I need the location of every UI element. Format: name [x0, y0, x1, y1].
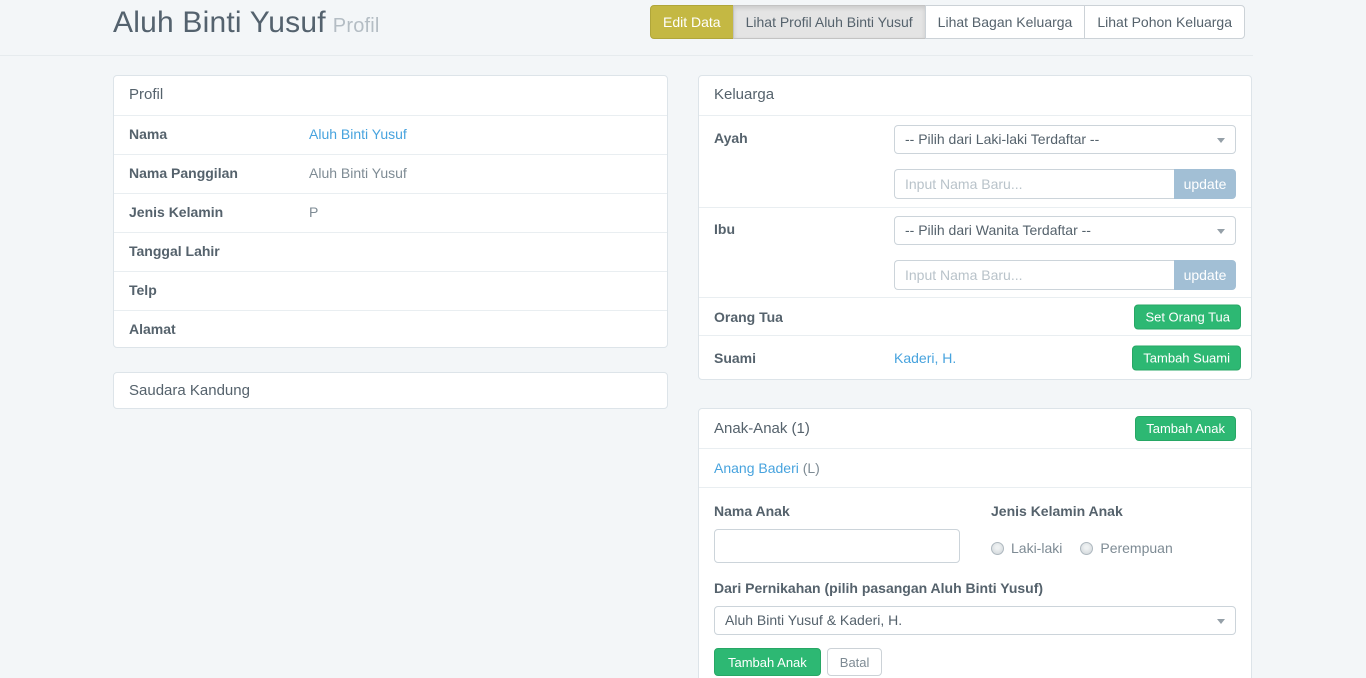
dari-pernikahan-label: Dari Pernikahan (pilih pasangan Aluh Bin… [714, 580, 1236, 597]
radio-perempuan[interactable]: Perempuan [1080, 540, 1172, 556]
ayah-select[interactable]: -- Pilih dari Laki-laki Terdaftar -- [894, 125, 1236, 154]
ibu-name-input[interactable] [894, 260, 1174, 290]
table-row-nama-panggilan: Nama Panggilan Aluh Binti Yusuf [114, 154, 667, 193]
lihat-profil-button[interactable]: Lihat Profil Aluh Binti Yusuf [733, 5, 926, 39]
table-row-nama: Nama Aluh Binti Yusuf [114, 115, 667, 154]
tambah-anak-submit-button[interactable]: Tambah Anak [714, 648, 821, 676]
header-divider [0, 55, 1253, 56]
ayah-select-value: -- Pilih dari Laki-laki Terdaftar -- [905, 131, 1099, 147]
anak-anak-heading: Anak-Anak (1) Tambah Anak [699, 409, 1251, 448]
add-child-form: Nama Anak Jenis Kelamin Anak Laki-laki P… [699, 488, 1251, 678]
ibu-row: Ibu -- Pilih dari Wanita Terdaftar -- up… [699, 207, 1251, 297]
lihat-bagan-keluarga-button[interactable]: Lihat Bagan Keluarga [925, 5, 1086, 39]
batal-button[interactable]: Batal [827, 648, 883, 676]
anak-anak-title: Anak-Anak (1) [714, 420, 810, 437]
suami-link[interactable]: Kaderi, H. [894, 350, 956, 366]
ibu-select-value: -- Pilih dari Wanita Terdaftar -- [905, 222, 1091, 238]
ayah-name-input[interactable] [894, 169, 1174, 199]
saudara-kandung-title: Saudara Kandung [114, 373, 667, 412]
ibu-update-button[interactable]: update [1174, 260, 1236, 290]
view-toolbar: Edit Data Lihat Profil Aluh Binti Yusuf … [650, 5, 1245, 39]
person-name: Aluh Binti Yusuf [113, 6, 326, 39]
nama-anak-label: Nama Anak [714, 503, 962, 520]
table-row-jenis-kelamin: Jenis Kelamin P [114, 193, 667, 232]
table-row-alamat: Alamat [114, 310, 667, 349]
row-label: Nama [129, 126, 309, 142]
orang-tua-label: Orang Tua [714, 309, 894, 325]
table-row-telp: Telp [114, 271, 667, 310]
page-subtitle: Profil [333, 15, 380, 37]
profil-panel-title: Profil [114, 76, 667, 115]
jenis-kelamin-anak-label: Jenis Kelamin Anak [991, 503, 1191, 520]
chevron-down-icon [1217, 229, 1225, 234]
row-label: Tanggal Lahir [129, 243, 309, 259]
child-gender: (L) [799, 460, 820, 476]
ayah-update-button[interactable]: update [1174, 169, 1236, 199]
row-label: Alamat [129, 321, 309, 337]
suami-row: Suami Kaderi, H. Tambah Suami [699, 335, 1251, 380]
child-name-link[interactable]: Anang Baderi [714, 460, 799, 476]
nama-anak-input[interactable] [714, 529, 960, 563]
keluarga-panel: Keluarga Ayah -- Pilih dari Laki-laki Te… [698, 75, 1252, 380]
row-value: Aluh Binti Yusuf [309, 165, 407, 181]
pernikahan-select[interactable]: Aluh Binti Yusuf & Kaderi, H. [714, 606, 1236, 635]
chevron-down-icon [1217, 138, 1225, 143]
orang-tua-row: Orang Tua Set Orang Tua [699, 297, 1251, 335]
row-label: Nama Panggilan [129, 165, 309, 181]
tambah-suami-button[interactable]: Tambah Suami [1132, 346, 1241, 371]
set-orang-tua-button[interactable]: Set Orang Tua [1134, 304, 1241, 329]
radio-laki-laki[interactable]: Laki-laki [991, 540, 1062, 556]
row-label: Telp [129, 282, 309, 298]
radio-perempuan-label: Perempuan [1100, 540, 1172, 556]
keluarga-panel-title: Keluarga [699, 76, 1251, 115]
table-row-tanggal-lahir: Tanggal Lahir [114, 232, 667, 271]
chevron-down-icon [1217, 619, 1225, 624]
ibu-label: Ibu [714, 216, 894, 297]
pernikahan-select-value: Aluh Binti Yusuf & Kaderi, H. [725, 612, 902, 628]
ibu-select[interactable]: -- Pilih dari Wanita Terdaftar -- [894, 216, 1236, 245]
anak-anak-panel: Anak-Anak (1) Tambah Anak Anang Baderi (… [698, 408, 1252, 678]
row-label: Jenis Kelamin [129, 204, 309, 220]
radio-circle-icon [1080, 542, 1093, 555]
row-value: P [309, 204, 318, 220]
tambah-anak-header-button[interactable]: Tambah Anak [1135, 416, 1236, 441]
suami-label: Suami [714, 350, 894, 366]
page-title: Aluh Binti Yusuf Profil [113, 6, 380, 40]
ayah-label: Ayah [714, 125, 894, 207]
profil-panel: Profil Nama Aluh Binti Yusuf Nama Panggi… [113, 75, 668, 348]
radio-laki-laki-label: Laki-laki [1011, 540, 1062, 556]
nama-value-link[interactable]: Aluh Binti Yusuf [309, 126, 407, 142]
ayah-row: Ayah -- Pilih dari Laki-laki Terdaftar -… [699, 115, 1251, 207]
radio-circle-icon [991, 542, 1004, 555]
child-list-item: Anang Baderi (L) [699, 448, 1251, 488]
saudara-kandung-panel: Saudara Kandung [113, 372, 668, 409]
edit-data-button[interactable]: Edit Data [650, 5, 734, 39]
lihat-pohon-keluarga-button[interactable]: Lihat Pohon Keluarga [1084, 5, 1245, 39]
